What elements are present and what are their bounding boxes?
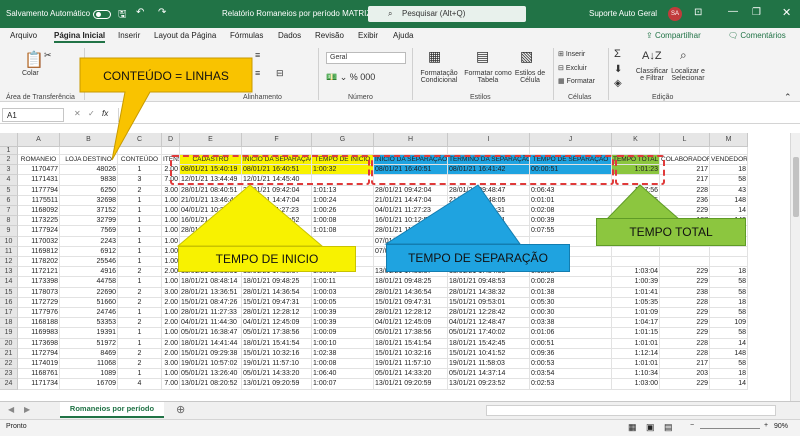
sheet-tab-romaneios[interactable]: Romaneios por período	[60, 402, 164, 418]
total-callout: TEMPO TOTAL	[596, 218, 746, 246]
separation-callout: TEMPO DE SEPARAÇÃO	[386, 244, 570, 272]
zoom-in-icon[interactable]: +	[764, 422, 768, 429]
status-bar: Pronto ▦ ▣ ▤ − + 90%	[0, 419, 800, 436]
zoom-slider[interactable]	[700, 428, 760, 429]
sheet-tab-bar: ◀ ▶ Romaneios por período ⊕	[0, 401, 800, 419]
normal-view-icon[interactable]: ▦	[628, 422, 637, 433]
prev-sheet-icon[interactable]: ◀	[8, 405, 14, 414]
content-callout: CONTEÚDO = LINHAS	[103, 69, 229, 83]
start-callout-arrow	[176, 184, 324, 247]
status-ready: Pronto	[6, 423, 27, 430]
total-callout-arrow	[604, 184, 682, 221]
add-sheet-icon[interactable]: ⊕	[176, 403, 185, 416]
start-callout: TEMPO DE INICIO	[178, 246, 356, 272]
page-break-icon[interactable]: ▤	[664, 422, 673, 433]
horizontal-scrollbar[interactable]	[486, 405, 776, 416]
zoom-out-icon[interactable]: −	[690, 422, 694, 429]
next-sheet-icon[interactable]: ▶	[24, 405, 30, 414]
zoom-level[interactable]: 90%	[774, 423, 788, 430]
page-layout-icon[interactable]: ▣	[646, 422, 655, 433]
separation-callout-arrow	[384, 184, 521, 245]
